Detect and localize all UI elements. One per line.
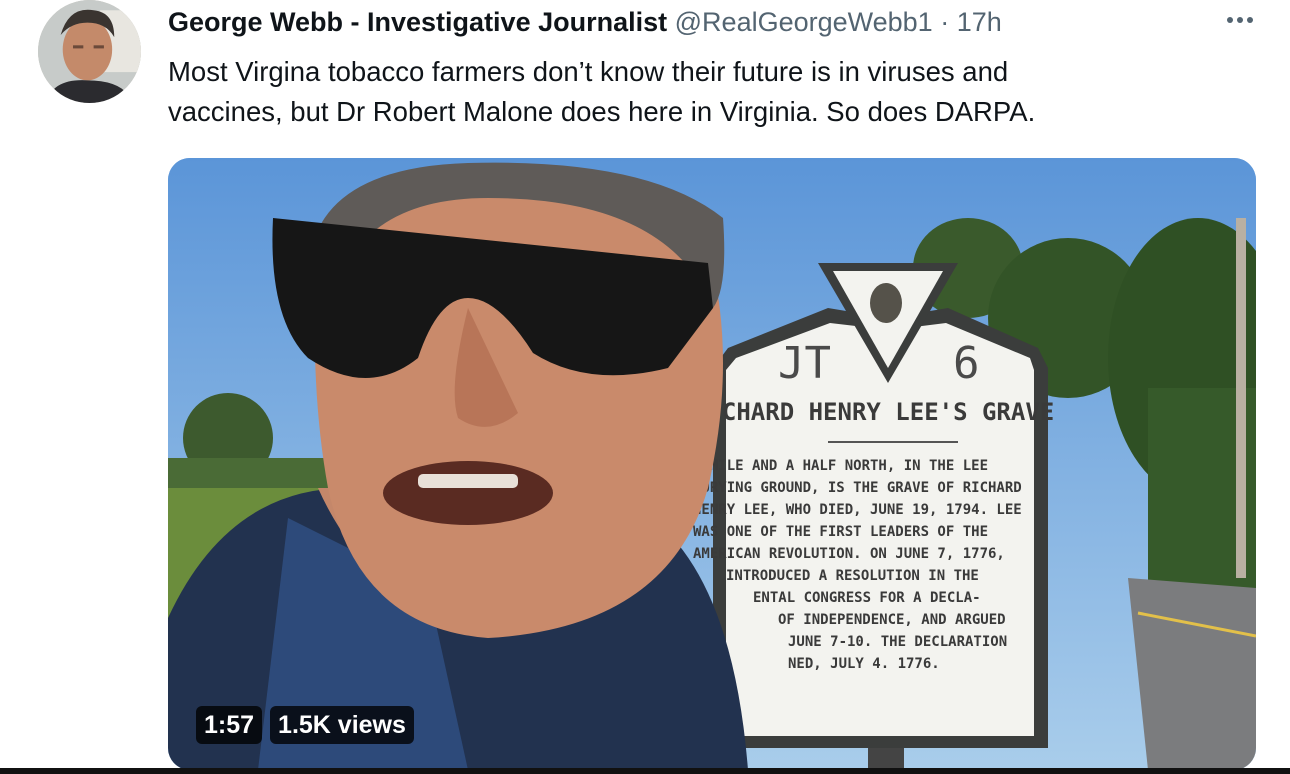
marker-code-right: 6 xyxy=(953,338,980,389)
tweet-timestamp[interactable]: 17h xyxy=(957,7,1002,37)
marker-line: OF INDEPENDENCE, AND ARGUED xyxy=(778,612,1006,628)
marker-line: WAS ONE OF THE FIRST LEADERS OF THE xyxy=(693,524,988,540)
marker-code-left: JT xyxy=(778,338,831,389)
marker-line: A MILE AND A HALF NORTH, IN THE LEE xyxy=(693,458,988,474)
video-badges: 1:57 1.5K views xyxy=(196,706,414,744)
marker-line: BURYING GROUND, IS THE GRAVE OF RICHARD xyxy=(693,480,1022,496)
marker-line: AMERICAN REVOLUTION. ON JUNE 7, 1776, xyxy=(693,546,1005,562)
tweet-text: Most Virgina tobacco farmers don’t know … xyxy=(168,52,1228,132)
marker-line: ENTAL CONGRESS FOR A DECLA- xyxy=(753,590,981,606)
tweet-header: George Webb - Investigative Journalist @… xyxy=(168,4,1230,40)
marker-title: RICHARD HENRY LEE'S GRAVE xyxy=(693,398,1054,426)
separator-dot: · xyxy=(940,7,950,37)
video-views: 1.5K views xyxy=(270,706,414,744)
marker-line: HENRY LEE, WHO DIED, JUNE 19, 1794. LEE xyxy=(693,502,1022,518)
tweet[interactable]: George Webb - Investigative Journalist @… xyxy=(0,0,1290,774)
marker-line: INTRODUCED A RESOLUTION IN THE xyxy=(726,568,979,584)
video-frame: JT 6 RICHARD HENRY LEE'S GRAVE A MILE AN… xyxy=(168,158,1256,770)
video-player[interactable]: JT 6 RICHARD HENRY LEE'S GRAVE A MILE AN… xyxy=(168,158,1256,770)
tweet-text-line: vaccines, but Dr Robert Malone does here… xyxy=(168,96,1036,127)
more-horizontal-icon[interactable] xyxy=(1220,4,1260,36)
marker-line: NED, JULY 4. 1776. xyxy=(788,656,940,672)
divider xyxy=(0,768,1290,774)
user-handle[interactable]: @RealGeorgeWebb1 xyxy=(675,7,933,37)
marker-line: JUNE 7-10. THE DECLARATION xyxy=(788,634,1007,650)
video-duration: 1:57 xyxy=(196,706,263,744)
tweet-text-line: Most Virgina tobacco farmers don’t know … xyxy=(168,56,1009,87)
display-name[interactable]: George Webb - Investigative Journalist xyxy=(168,7,667,37)
avatar-photo xyxy=(38,0,141,103)
avatar[interactable] xyxy=(38,0,141,103)
